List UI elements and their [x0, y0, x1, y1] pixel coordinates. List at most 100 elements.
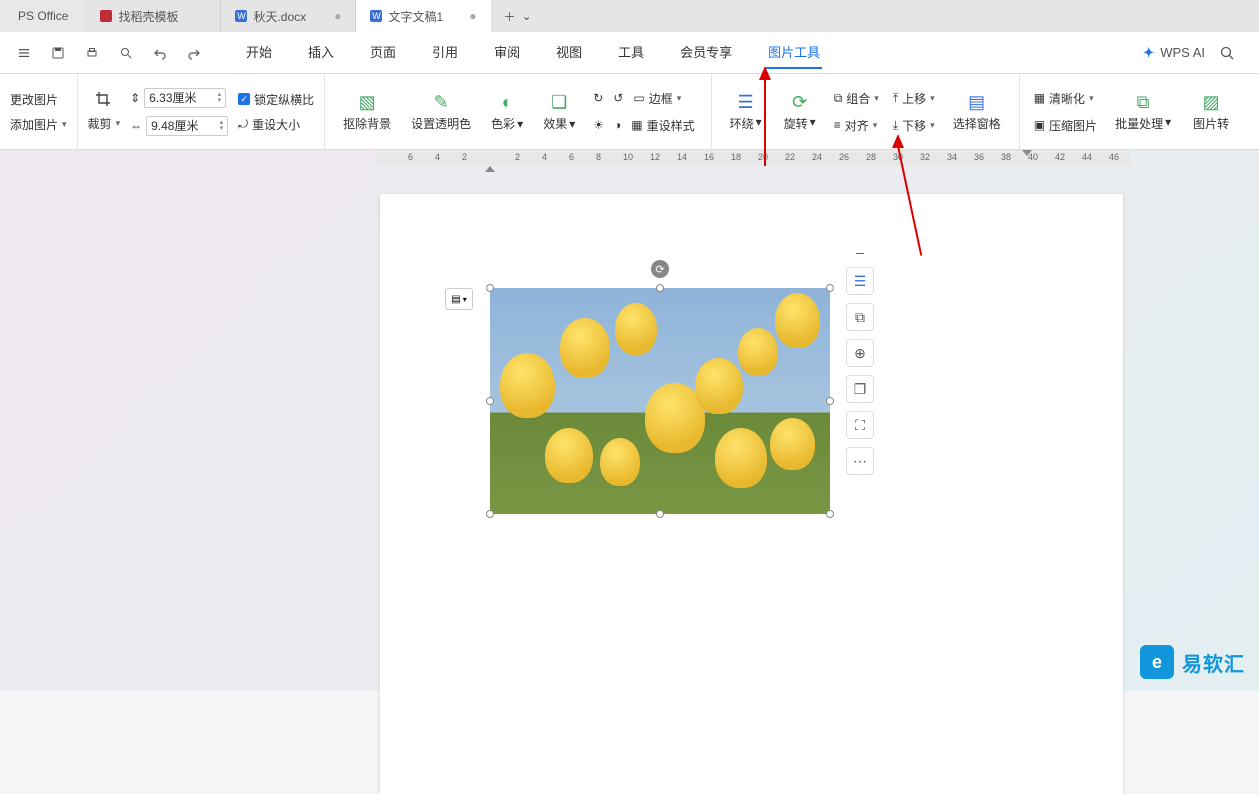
rotate-ccw-icon[interactable]: ↺ [613, 91, 623, 105]
ruler-tick: 6 [569, 152, 574, 162]
label: 裁剪 [88, 115, 112, 132]
right-indent-marker[interactable] [1022, 150, 1032, 156]
float-ocr-button[interactable]: ⛶ [846, 411, 874, 439]
resize-handle[interactable] [486, 397, 494, 405]
label: 锁定纵横比 [254, 91, 314, 108]
label: 对齐 [845, 117, 869, 134]
horizontal-ruler[interactable]: 6 4 2 2 4 6 8 10 12 14 16 18 20 22 24 26… [375, 150, 1130, 166]
border-button[interactable]: ▭边框▾ [633, 90, 681, 107]
menu-tools[interactable]: 工具 [616, 36, 646, 69]
menu-picture-tools[interactable]: 图片工具 [766, 36, 822, 69]
resize-handle[interactable] [486, 284, 494, 292]
print-preview-icon[interactable] [118, 45, 134, 61]
ruler-tick: 18 [731, 152, 741, 162]
float-more-button[interactable]: ⋯ [846, 447, 874, 475]
sharpen-button[interactable]: ▦清晰化▾ [1034, 90, 1097, 107]
label: 添加图片 [10, 116, 58, 133]
resize-handle[interactable] [826, 510, 834, 518]
height-value: 6.33厘米 [149, 89, 196, 106]
resize-handle[interactable] [656, 510, 664, 518]
align-button[interactable]: ≡对齐▾ [834, 117, 879, 134]
image-content [490, 288, 830, 514]
search-icon[interactable] [1219, 45, 1235, 61]
tab-doc-1[interactable]: W 秋天.docx ● [221, 0, 356, 32]
crop-button[interactable]: 裁剪▾ [88, 115, 121, 132]
menu-review[interactable]: 审阅 [492, 36, 522, 69]
resize-handle[interactable] [656, 284, 664, 292]
selected-image[interactable]: ⟳ ▤▾ [490, 288, 830, 514]
align-icon: ≡ [834, 118, 841, 132]
batch-button[interactable]: ⧉批量处理▾ [1107, 91, 1179, 132]
add-picture-button[interactable]: 添加图片▾ [10, 116, 67, 133]
label: 效果 [543, 115, 567, 132]
group-button[interactable]: ⧉组合▾ [834, 90, 879, 107]
reset-size-button[interactable]: ⤾重设大小 [238, 116, 314, 133]
change-picture-button[interactable]: 更改图片 [10, 91, 67, 108]
tab-doc-2[interactable]: W 文字文稿1 ● [356, 0, 491, 32]
wps-ai-button[interactable]: ✦ WPS AI [1143, 45, 1205, 61]
label: 选择窗格 [953, 115, 1001, 132]
set-transparent-button[interactable]: ✎设置透明色 [403, 91, 479, 132]
rotate-cw-icon[interactable]: ↻ [593, 91, 603, 105]
menu-insert[interactable]: 插入 [306, 36, 336, 69]
brightness-icon[interactable]: ☀ [593, 118, 604, 132]
height-input[interactable]: 6.33厘米▴▾ [144, 88, 226, 108]
ruler-tick: 32 [920, 152, 930, 162]
contrast-icon[interactable]: ◑ [614, 118, 621, 132]
tab-template[interactable]: 找稻壳模板 [86, 0, 221, 32]
save-icon[interactable] [50, 45, 66, 61]
menu-start[interactable]: 开始 [244, 36, 274, 69]
float-wrap-button[interactable]: ☰ [846, 267, 874, 295]
crop-icon[interactable] [95, 91, 113, 107]
float-crop-button[interactable]: ⧉ [846, 303, 874, 331]
rotate-handle[interactable]: ⟳ [651, 260, 669, 278]
float-zoom-button[interactable]: ⊕ [846, 339, 874, 367]
label: 压缩图片 [1049, 117, 1097, 134]
layout-options-button[interactable]: ▤▾ [445, 288, 473, 310]
menu-page[interactable]: 页面 [368, 36, 398, 69]
ruler-tick: 4 [542, 152, 547, 162]
word-icon: W [235, 10, 247, 22]
effect-icon: ❏ [548, 91, 570, 113]
batch-icon: ⧉ [1132, 91, 1154, 113]
menu-vip[interactable]: 会员专享 [678, 36, 734, 69]
redo-icon[interactable] [186, 45, 202, 61]
lock-ratio-checkbox[interactable]: ✓锁定纵横比 [238, 91, 314, 108]
remove-background-button[interactable]: ▧抠除背景 [335, 91, 399, 132]
compress-button[interactable]: ▣压缩图片 [1034, 117, 1097, 134]
move-down-button[interactable]: ⤓下移▾ [893, 117, 935, 134]
wrap-button[interactable]: ☰环绕▾ [722, 91, 770, 132]
watermark: e 易软汇 [1140, 645, 1245, 679]
new-tab-button[interactable]: ＋ ⌄ [491, 0, 543, 32]
tab-label: 文字文稿1 [388, 8, 443, 25]
menu-reference[interactable]: 引用 [430, 36, 460, 69]
color-button[interactable]: ◐色彩▾ [483, 91, 531, 132]
label: 重设样式 [647, 117, 695, 134]
width-value: 9.48厘米 [151, 117, 198, 134]
ruler-tick: 2 [515, 152, 520, 162]
menu-icon[interactable] [16, 45, 32, 61]
rotate-button[interactable]: ⟳旋转▾ [776, 91, 824, 132]
convert-button[interactable]: ▨图片转 [1185, 91, 1237, 132]
resize-handle[interactable] [826, 284, 834, 292]
menu-view[interactable]: 视图 [554, 36, 584, 69]
print-icon[interactable] [84, 45, 100, 61]
resize-handle[interactable] [486, 510, 494, 518]
label: 色彩 [491, 115, 515, 132]
selection-pane-button[interactable]: ▤选择窗格 [945, 91, 1009, 132]
float-copy-button[interactable]: ❐ [846, 375, 874, 403]
down-icon: ⤓ [893, 118, 898, 133]
indent-marker[interactable] [485, 166, 495, 172]
reset-style-button[interactable]: ▦重设样式 [631, 117, 694, 134]
height-icon: ⇕ [130, 91, 140, 105]
width-input[interactable]: 9.48厘米▴▾ [146, 116, 228, 136]
resize-handle[interactable] [826, 397, 834, 405]
effect-button[interactable]: ❏效果▾ [535, 91, 583, 132]
label: 环绕 [730, 115, 754, 132]
ruler-tick: 12 [650, 152, 660, 162]
collapse-icon[interactable]: – [846, 245, 874, 259]
ruler-tick: 20 [758, 152, 768, 162]
document-area: 6 4 2 2 4 6 8 10 12 14 16 18 20 22 24 26… [0, 150, 1259, 691]
undo-icon[interactable] [152, 45, 168, 61]
move-up-button[interactable]: ⤒上移▾ [893, 90, 935, 107]
